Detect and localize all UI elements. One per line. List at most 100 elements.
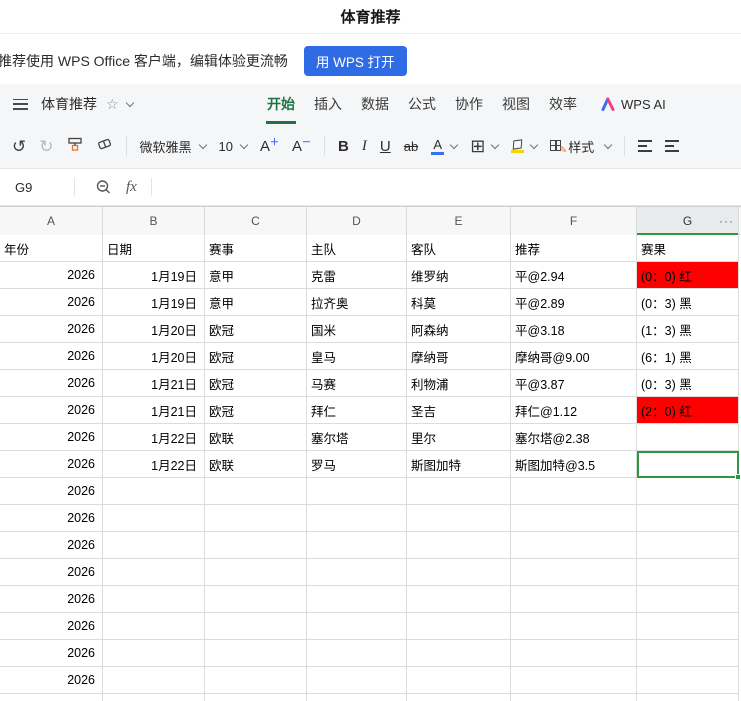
cell-D8[interactable]: 塞尔塔 [307,424,407,451]
cell-B11[interactable] [103,505,205,532]
cell-C16[interactable] [205,640,307,667]
font-color-chevron-icon[interactable] [449,140,459,149]
cell-G13[interactable] [637,559,739,586]
cell-E3[interactable]: 科莫 [407,289,511,316]
cell-D10[interactable] [307,478,407,505]
more-columns-button[interactable]: ··· [719,214,734,228]
strikethrough-button[interactable]: ab [404,140,418,153]
cell-D2[interactable]: 克雷 [307,262,407,289]
align-middle-icon[interactable] [665,140,680,152]
font-size-select[interactable]: 10 [219,139,249,154]
cell-B4[interactable]: 1月20日 [103,316,205,343]
cell-E1[interactable]: 客队 [407,235,511,262]
cell-F3[interactable]: 平@2.89 [511,289,637,316]
cell-A5[interactable]: 2026 [0,343,103,370]
cell-B18[interactable] [103,694,205,701]
cell-G4[interactable]: (1：3) 黑 [637,316,739,343]
cell-C14[interactable] [205,586,307,613]
cell-F15[interactable] [511,613,637,640]
cell-B16[interactable] [103,640,205,667]
cell-E8[interactable]: 里尔 [407,424,511,451]
cell-C5[interactable]: 欧冠 [205,343,307,370]
cell-D17[interactable] [307,667,407,694]
eraser-icon[interactable] [96,136,113,157]
cell-G12[interactable] [637,532,739,559]
selection-fill-handle[interactable] [735,474,741,480]
cell-A18[interactable]: 2026 [0,694,103,701]
cell-C13[interactable] [205,559,307,586]
cell-A4[interactable]: 2026 [0,316,103,343]
cell-D18[interactable] [307,694,407,701]
cell-E4[interactable]: 阿森纳 [407,316,511,343]
cell-B14[interactable] [103,586,205,613]
cell-E12[interactable] [407,532,511,559]
cell-G15[interactable] [637,613,739,640]
cell-F12[interactable] [511,532,637,559]
cell-D13[interactable] [307,559,407,586]
cell-B9[interactable]: 1月22日 [103,451,205,478]
cell-C10[interactable] [205,478,307,505]
cell-F14[interactable] [511,586,637,613]
cell-C8[interactable]: 欧联 [205,424,307,451]
redo-icon[interactable]: ↻ [39,138,53,155]
cell-D14[interactable] [307,586,407,613]
underline-button[interactable]: U [380,139,391,154]
cell-E17[interactable] [407,667,511,694]
cell-D5[interactable]: 皇马 [307,343,407,370]
cell-B1[interactable]: 日期 [103,235,205,262]
cell-A1[interactable]: 年份 [0,235,103,262]
cell-A3[interactable]: 2026 [0,289,103,316]
cell-A11[interactable]: 2026 [0,505,103,532]
cell-E11[interactable] [407,505,511,532]
cell-A2[interactable]: 2026 [0,262,103,289]
tab-数据[interactable]: 数据 [360,84,390,124]
cell-C12[interactable] [205,532,307,559]
borders-chevron-icon[interactable] [491,140,500,149]
cell-D15[interactable] [307,613,407,640]
cell-B10[interactable] [103,478,205,505]
cell-name-box[interactable]: G9 [0,180,74,195]
cell-E6[interactable]: 利物浦 [407,370,511,397]
cell-G2[interactable]: (0：0) 红 [637,262,739,289]
open-in-wps-button[interactable]: 用 WPS 打开 [303,45,407,76]
cell-F2[interactable]: 平@2.94 [511,262,637,289]
column-header-D[interactable]: D [307,207,407,235]
cell-G3[interactable]: (0：3) 黑 [637,289,739,316]
cell-A13[interactable]: 2026 [0,559,103,586]
undo-icon[interactable]: ↺ [12,138,26,155]
column-header-G[interactable]: G ··· [637,207,739,236]
cell-E9[interactable]: 斯图加特 [407,451,511,478]
cell-F4[interactable]: 平@3.18 [511,316,637,343]
cell-style-button[interactable]: ✎ 样式 [550,137,613,156]
cell-G9[interactable] [637,451,741,480]
cell-D16[interactable] [307,640,407,667]
cell-A12[interactable]: 2026 [0,532,103,559]
cell-G8[interactable] [637,424,739,451]
cell-C18[interactable] [205,694,307,701]
cell-G1[interactable]: 赛果 [637,235,739,262]
italic-button[interactable]: I [362,138,367,154]
cell-D11[interactable] [307,505,407,532]
cell-E2[interactable]: 维罗纳 [407,262,511,289]
increase-font-size-button[interactable]: A＋ [260,138,279,155]
cell-D1[interactable]: 主队 [307,235,407,262]
align-top-icon[interactable] [638,140,653,152]
cell-A9[interactable]: 2026 [0,451,103,478]
cell-B2[interactable]: 1月19日 [103,262,205,289]
cell-B17[interactable] [103,667,205,694]
column-header-A[interactable]: A [0,207,103,235]
cell-E5[interactable]: 摩纳哥 [407,343,511,370]
cell-F17[interactable] [511,667,637,694]
cell-C2[interactable]: 意甲 [205,262,307,289]
cell-F10[interactable] [511,478,637,505]
format-painter-icon[interactable] [67,136,83,157]
column-header-C[interactable]: C [205,207,307,235]
cell-G5[interactable]: (6：1) 黑 [637,343,739,370]
cell-F18[interactable] [511,694,637,701]
cell-G7[interactable]: (2：0) 红 [637,397,739,424]
tab-插入[interactable]: 插入 [313,84,343,124]
cell-E16[interactable] [407,640,511,667]
cell-B15[interactable] [103,613,205,640]
cell-B5[interactable]: 1月20日 [103,343,205,370]
wps-ai-button[interactable]: WPS AI [601,97,666,112]
